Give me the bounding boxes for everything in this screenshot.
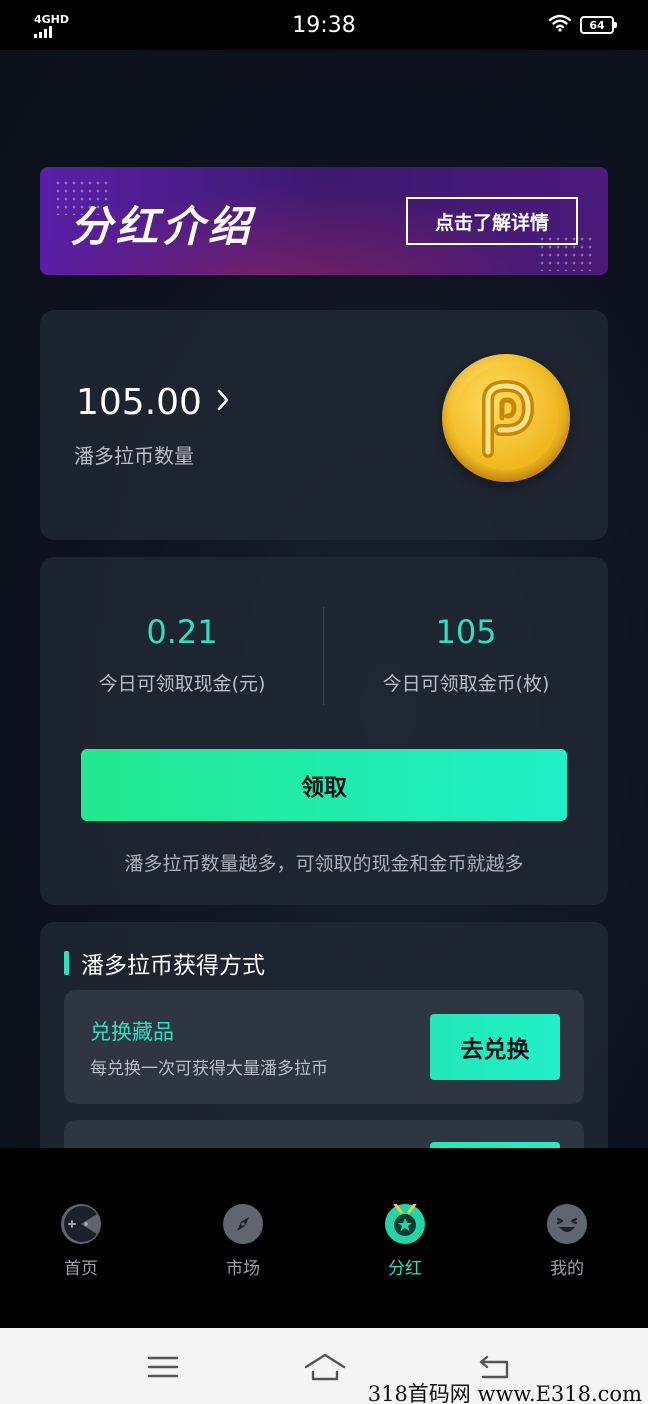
list-item: 兑换藏品 每兑换一次可获得大量潘多拉币 去兑换: [64, 990, 584, 1104]
wifi-icon: [548, 14, 572, 36]
bottom-tab-bar: 首页 市场 分红 我的: [0, 1148, 648, 1328]
dividend-intro-banner[interactable]: 分红介绍 点击了解详情: [40, 167, 608, 275]
learn-more-button[interactable]: 点击了解详情: [406, 197, 578, 245]
compass-icon: [223, 1204, 263, 1244]
claim-note: 潘多拉币数量越多，可领取的现金和金币就越多: [124, 853, 524, 875]
battery-icon: 64: [580, 16, 617, 34]
earn-methods-card: 潘多拉币获得方式 兑换藏品 每兑换一次可获得大量潘多拉币 去兑换: [40, 922, 608, 1148]
method-name: 兑换藏品: [90, 1020, 174, 1044]
status-bar: 4GHD 19:38 64: [0, 0, 648, 50]
balance-label: 潘多拉币数量: [74, 444, 194, 468]
banner-title: 分红介绍: [70, 202, 255, 251]
daily-claim-card: 0.21 今日可领取现金(元) 105 今日可领取金币(枚) 领取 潘多拉币数量…: [40, 557, 608, 905]
balance-link[interactable]: 105.00: [76, 382, 230, 423]
menu-icon[interactable]: [140, 1350, 186, 1384]
home-icon[interactable]: [302, 1350, 348, 1384]
signal-icon: [34, 25, 52, 38]
balance-value: 105.00: [76, 382, 202, 423]
tab-label: 我的: [550, 1259, 584, 1279]
coin-balance-card: 105.00 潘多拉币数量: [40, 310, 608, 540]
gamepad-icon: [61, 1204, 101, 1244]
gold-value: 105: [435, 613, 497, 651]
tab-label: 市场: [226, 1259, 260, 1279]
section-title: 潘多拉币获得方式: [64, 946, 265, 980]
network-indicator: 4GHD: [34, 13, 69, 38]
gold-label: 今日可领取金币(枚): [382, 673, 550, 695]
main-content[interactable]: 分红介绍 点击了解详情 105.00 潘多拉币数量 0.21 今日可领取现金(元…: [0, 50, 648, 1148]
tab-label: 分红: [388, 1259, 422, 1279]
cash-stat: 0.21 今日可领取现金(元): [40, 613, 324, 696]
tab-label: 首页: [64, 1259, 98, 1279]
battery-level: 64: [589, 18, 605, 32]
title-accent-bar: [64, 951, 69, 975]
network-type: 4GHD: [34, 12, 70, 26]
medal-star-icon: [385, 1204, 425, 1244]
smiley-icon: [547, 1204, 587, 1244]
method-desc: 每兑换一次可获得大量潘多拉币: [90, 1059, 328, 1079]
tab-market[interactable]: 市场: [193, 1204, 293, 1279]
back-icon[interactable]: [472, 1350, 518, 1384]
claim-button[interactable]: 领取: [81, 749, 567, 821]
clock: 19:38: [292, 12, 356, 38]
tab-dividend[interactable]: 分红: [355, 1204, 455, 1279]
gold-stat: 105 今日可领取金币(枚): [324, 613, 608, 696]
tab-profile[interactable]: 我的: [517, 1204, 617, 1279]
tab-home[interactable]: 首页: [31, 1204, 131, 1279]
chevron-right-icon: [216, 386, 230, 419]
section-title-text: 潘多拉币获得方式: [81, 953, 265, 979]
list-item: [64, 1120, 584, 1148]
pandora-coin-icon: [442, 354, 570, 482]
watermark: 318首码网 www.E318.com: [367, 1382, 642, 1404]
exchange-button[interactable]: 去兑换: [430, 1014, 560, 1080]
cash-value: 0.21: [146, 613, 218, 651]
cash-label: 今日可领取现金(元): [98, 673, 266, 695]
